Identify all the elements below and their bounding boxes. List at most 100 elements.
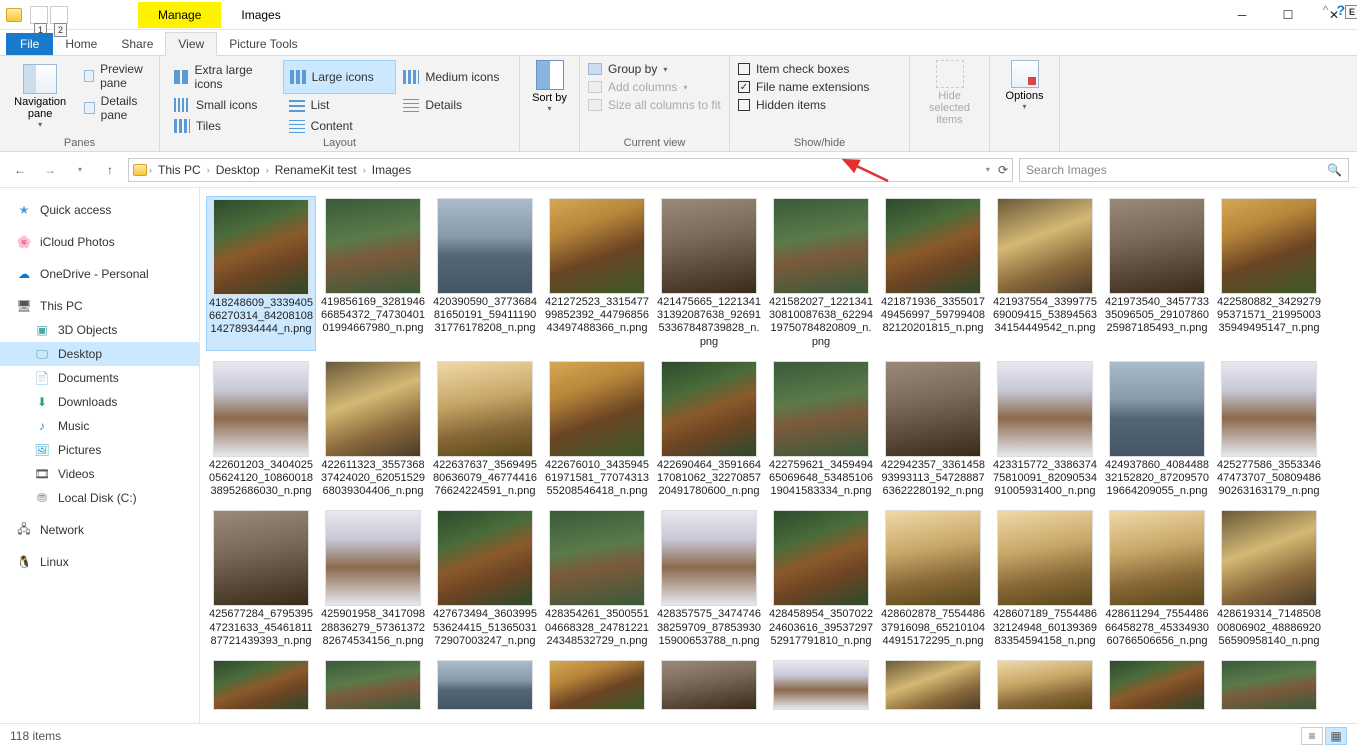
list-button[interactable]: List bbox=[283, 95, 397, 115]
view-tab[interactable]: ViewV bbox=[165, 32, 217, 56]
file-item[interactable]: 421937554_339977569009415_53894563341544… bbox=[990, 196, 1100, 351]
recent-dropdown[interactable]: ▾ bbox=[68, 158, 92, 182]
file-item[interactable]: 422942357_336145893993113_54728887636222… bbox=[878, 359, 988, 501]
file-grid[interactable]: 418248609_333940566270314_84208108142789… bbox=[200, 188, 1357, 739]
sidebar-network[interactable]: 🖧Network bbox=[0, 518, 199, 542]
sidebar-documents[interactable]: 📄Documents bbox=[0, 366, 199, 390]
file-item[interactable]: 419856169_328194666854372_74730401019946… bbox=[318, 196, 428, 351]
sidebar-onedrive[interactable]: ☁OneDrive - Personal bbox=[0, 262, 199, 286]
sidebar-quick-access[interactable]: ★Quick access bbox=[0, 198, 199, 222]
preview-pane-button[interactable]: Preview pane bbox=[80, 60, 151, 92]
file-item[interactable]: 425901958_341709828836279_57361372826745… bbox=[318, 508, 428, 650]
tiles-button[interactable]: Tiles bbox=[168, 116, 282, 136]
file-item[interactable]: 422759621_345949465069648_53485106190415… bbox=[766, 359, 876, 501]
details-button[interactable]: Details bbox=[397, 95, 511, 115]
file-item[interactable]: 422676010_343594561971581_77074313552085… bbox=[542, 359, 652, 501]
file-item[interactable] bbox=[542, 658, 652, 712]
file-item[interactable]: 428354261_350055104668328_24781221243485… bbox=[542, 508, 652, 650]
file-tab[interactable]: FileF bbox=[6, 33, 53, 55]
file-item[interactable]: 428458954_350702224603616_39537297529177… bbox=[766, 508, 876, 650]
qat-button-2[interactable]: 2 bbox=[50, 6, 68, 24]
file-item[interactable] bbox=[430, 658, 540, 712]
file-item[interactable]: 422690464_359166417081062_32270857204917… bbox=[654, 359, 764, 501]
manage-tab[interactable]: Manage bbox=[138, 2, 221, 28]
file-item[interactable]: 428619314_714850800806902_48886920565909… bbox=[1214, 508, 1324, 650]
file-item[interactable]: 418248609_333940566270314_84208108142789… bbox=[206, 196, 316, 351]
file-item[interactable]: 428602878_755448637916098_65210104449151… bbox=[878, 508, 988, 650]
group-by-button[interactable]: Group by▾ bbox=[588, 60, 721, 78]
sidebar-videos[interactable]: 🎞Videos bbox=[0, 462, 199, 486]
file-item[interactable]: 421475665_122134131392087638_92691533678… bbox=[654, 196, 764, 351]
file-item[interactable]: 424937860_408448832152820_87209570196642… bbox=[1102, 359, 1212, 501]
thumbnail bbox=[437, 660, 533, 710]
file-item[interactable] bbox=[654, 658, 764, 712]
medium-icons-button[interactable]: Medium icons bbox=[397, 60, 511, 94]
file-item[interactable]: 428357575_347474638259709_87853930159006… bbox=[654, 508, 764, 650]
details-pane-button[interactable]: Details pane bbox=[80, 92, 151, 124]
sort-by-button[interactable]: Sort by bbox=[532, 92, 567, 104]
options-button[interactable]: Options bbox=[1006, 90, 1044, 102]
sidebar-downloads[interactable]: ⬇Downloads bbox=[0, 390, 199, 414]
content-button[interactable]: Content bbox=[283, 116, 397, 136]
file-item[interactable]: 425277586_355334647473707_50809486902631… bbox=[1214, 359, 1324, 501]
sidebar-icloud[interactable]: 🌸iCloud Photos bbox=[0, 230, 199, 254]
large-icons-button[interactable]: Large icons bbox=[283, 60, 397, 94]
file-item[interactable]: 422580882_342927995371571_21995003359494… bbox=[1214, 196, 1324, 351]
refresh-icon[interactable]: ⟳ bbox=[998, 163, 1008, 177]
help-icon[interactable]: ? E bbox=[1336, 2, 1345, 18]
file-item[interactable]: 427673494_360399553624415_51365031729070… bbox=[430, 508, 540, 650]
file-item[interactable] bbox=[878, 658, 988, 712]
file-item[interactable]: 421973540_345773335096505_29107860259871… bbox=[1102, 196, 1212, 351]
thumbnail bbox=[773, 660, 869, 710]
sidebar-music[interactable]: ♪Music bbox=[0, 414, 199, 438]
forward-button[interactable]: → bbox=[38, 158, 62, 182]
up-button[interactable]: ↑ bbox=[98, 158, 122, 182]
file-item[interactable]: 421871936_335501749456997_59799408821202… bbox=[878, 196, 988, 351]
file-item[interactable] bbox=[990, 658, 1100, 712]
file-item[interactable]: 422601203_340402505624120_10860018389526… bbox=[206, 359, 316, 501]
sidebar-localdisk[interactable]: ⛃Local Disk (C:) bbox=[0, 486, 199, 510]
search-input[interactable]: Search Images 🔍 bbox=[1019, 158, 1349, 182]
breadcrumb-renamekit[interactable]: RenameKit test bbox=[271, 163, 361, 177]
small-icons-button[interactable]: Small icons bbox=[168, 95, 282, 115]
file-item[interactable] bbox=[206, 658, 316, 712]
extra-large-icons-button[interactable]: Extra large icons bbox=[168, 60, 282, 94]
file-item[interactable] bbox=[1214, 658, 1324, 712]
file-item[interactable]: 425677284_679539547231633_45461811877214… bbox=[206, 508, 316, 650]
file-item[interactable]: 428607189_755448632124948_60139369833545… bbox=[990, 508, 1100, 650]
maximize-button[interactable]: ☐ bbox=[1265, 0, 1311, 30]
navigation-pane-button[interactable]: Navigation pane ▾ bbox=[8, 60, 72, 133]
share-tab[interactable]: ShareS bbox=[109, 33, 165, 55]
addr-dropdown-icon[interactable]: ▾ bbox=[986, 165, 990, 174]
file-item[interactable]: 422611323_355736837424020_62051529680393… bbox=[318, 359, 428, 501]
sidebar-3dobjects[interactable]: ▣3D Objects bbox=[0, 318, 199, 342]
home-tab[interactable]: HomeH bbox=[53, 33, 109, 55]
breadcrumb-images[interactable]: Images bbox=[368, 163, 415, 177]
qat-button-1[interactable]: 1 bbox=[30, 6, 48, 24]
back-button[interactable]: ← bbox=[8, 158, 32, 182]
address-bar[interactable]: › This PC› Desktop› RenameKit test› Imag… bbox=[128, 158, 1013, 182]
sidebar-desktop[interactable]: 🖵Desktop bbox=[0, 342, 199, 366]
file-item[interactable]: 428611294_755448666458278_45334930607665… bbox=[1102, 508, 1212, 650]
picture-tools-tab[interactable]: Picture ToolsJP bbox=[217, 33, 309, 55]
sidebar-thispc[interactable]: 🖥This PC bbox=[0, 294, 199, 318]
file-item[interactable] bbox=[1102, 658, 1212, 712]
file-item[interactable]: 421272523_331547799852392_44796856434974… bbox=[542, 196, 652, 351]
details-view-toggle[interactable]: ≡ bbox=[1301, 727, 1323, 745]
sidebar-pictures[interactable]: 🖼Pictures bbox=[0, 438, 199, 462]
minimize-button[interactable]: ─ bbox=[1219, 0, 1265, 30]
icons-view-toggle[interactable]: ▦ bbox=[1325, 727, 1347, 745]
breadcrumb-desktop[interactable]: Desktop bbox=[212, 163, 264, 177]
file-item[interactable] bbox=[766, 658, 876, 712]
breadcrumb-thispc[interactable]: This PC bbox=[154, 163, 205, 177]
item-checkboxes-toggle[interactable]: Item check boxes bbox=[738, 60, 901, 78]
file-item[interactable]: 422637637_356949580636079_46774416766242… bbox=[430, 359, 540, 501]
file-extensions-toggle[interactable]: File name extensions bbox=[738, 78, 901, 96]
file-item[interactable]: 423315772_338637475810091_82090534910059… bbox=[990, 359, 1100, 501]
hidden-items-toggle[interactable]: Hidden items bbox=[738, 96, 901, 114]
file-item[interactable] bbox=[318, 658, 428, 712]
file-item[interactable]: 420390590_377368481650191_59411190317761… bbox=[430, 196, 540, 351]
ribbon-collapse-icon[interactable]: ^ bbox=[1323, 3, 1329, 17]
file-item[interactable]: 421582027_122134130810087638_62294197507… bbox=[766, 196, 876, 351]
sidebar-linux[interactable]: 🐧Linux bbox=[0, 550, 199, 574]
